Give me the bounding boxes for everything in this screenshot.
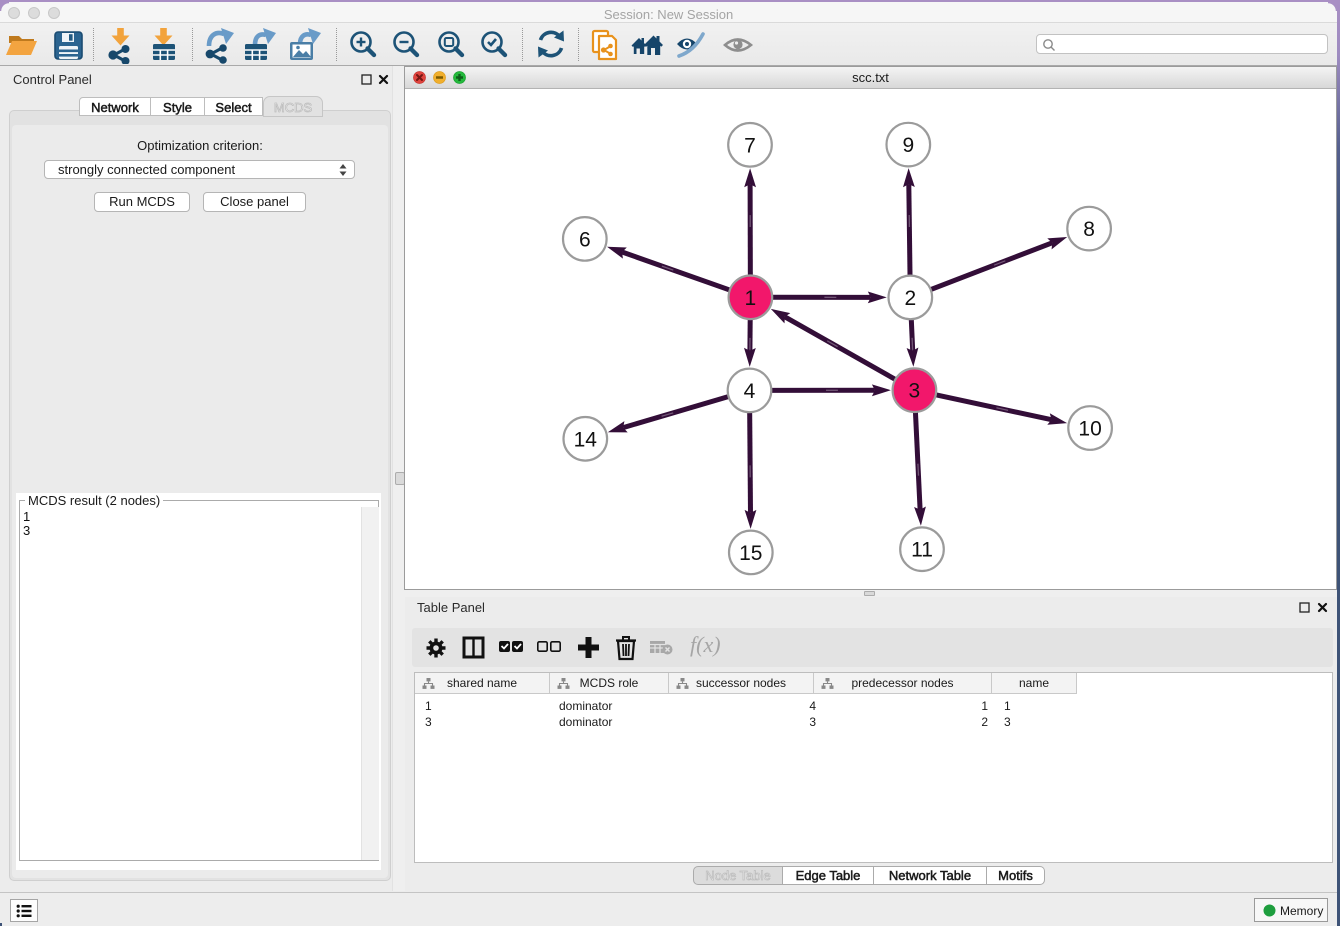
svg-text:10: 10 bbox=[1078, 418, 1101, 441]
svg-text:8: 8 bbox=[1083, 218, 1095, 241]
svg-text:3: 3 bbox=[909, 380, 921, 403]
svg-text:1: 1 bbox=[745, 287, 757, 310]
svg-text:4: 4 bbox=[744, 380, 756, 403]
svg-text:2: 2 bbox=[904, 287, 916, 310]
svg-text:11: 11 bbox=[911, 539, 933, 562]
svg-text:9: 9 bbox=[902, 134, 914, 157]
svg-text:15: 15 bbox=[739, 542, 762, 565]
svg-text:14: 14 bbox=[574, 428, 598, 451]
svg-text:7: 7 bbox=[744, 134, 756, 157]
svg-text:6: 6 bbox=[579, 228, 591, 251]
